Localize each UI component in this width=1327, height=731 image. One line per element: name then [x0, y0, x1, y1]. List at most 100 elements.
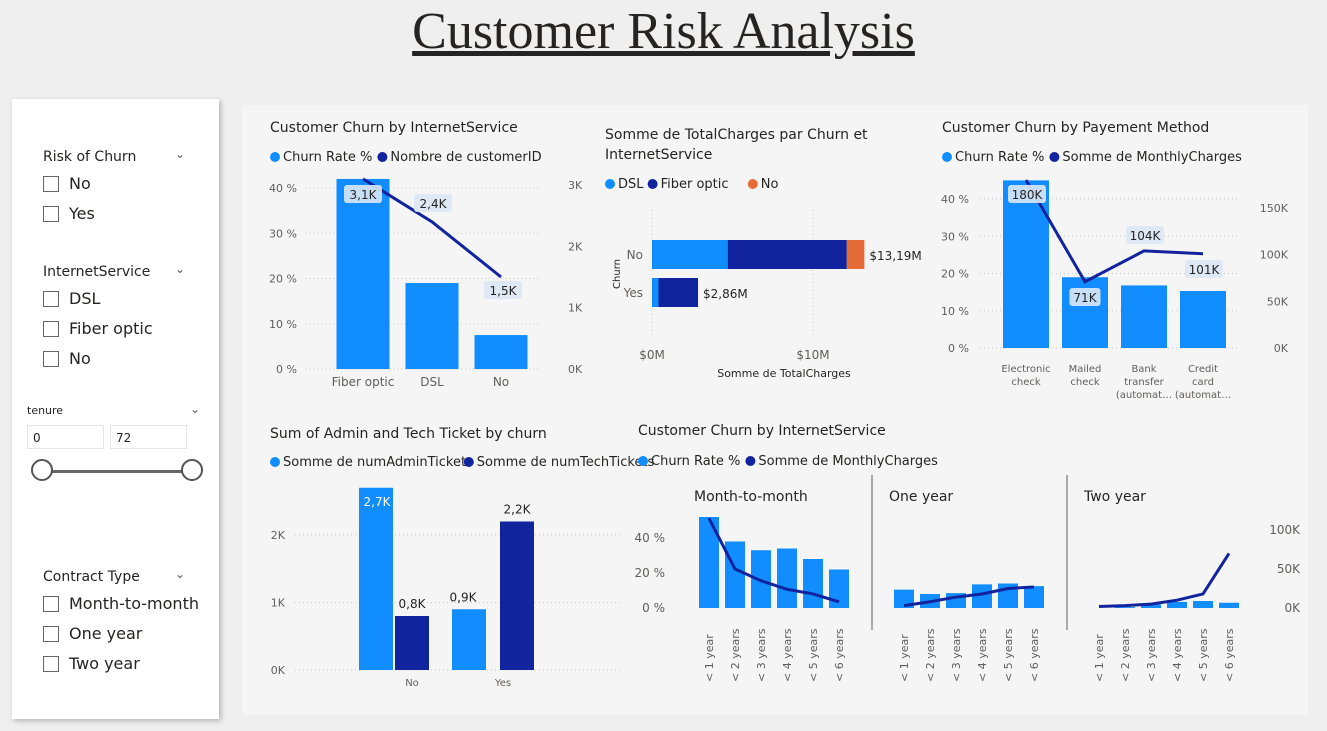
bar [452, 609, 486, 670]
legend-marker [270, 457, 280, 467]
legend-marker [270, 152, 280, 162]
bar [405, 283, 459, 369]
bar-segment [846, 240, 865, 269]
legend-label: DSL [618, 177, 644, 192]
data-label: 71K [1073, 291, 1097, 305]
chart-title: Sum of Admin and Tech Ticket by churn [270, 426, 547, 442]
x-tick-label: < 6 years [1223, 628, 1236, 682]
y2-tick-label: 0K [1274, 342, 1289, 355]
data-label: 180K [1012, 188, 1044, 202]
bar [359, 487, 393, 670]
x-tick-label: < 1 year [1093, 634, 1106, 682]
x-tick-label: Mailed [1069, 364, 1102, 375]
bar [500, 521, 534, 670]
x-tick-label: < 3 years [755, 628, 768, 682]
x-tick-label: < 3 years [1145, 628, 1158, 682]
y-tick-label: 20 % [269, 273, 297, 286]
total-label: $2,86M [703, 287, 748, 301]
x-tick-label: (automat… [1116, 390, 1172, 401]
y-tick-label: 0 % [276, 363, 297, 376]
legend-label: Nombre de customerID [390, 150, 541, 165]
x-tick-label: < 3 years [950, 628, 963, 682]
x-tick-label: $10M [796, 348, 829, 362]
legend-label: Somme de numTechTickets [477, 455, 655, 470]
y-axis-title: Churn [612, 259, 623, 289]
y-tick-label: 0 % [948, 342, 969, 355]
x-tick-label: check [1070, 377, 1099, 388]
data-label: 2,4K [420, 197, 448, 211]
chart-title: Somme de TotalCharges par Churn et [605, 127, 868, 143]
x-tick-label: check [1011, 377, 1040, 388]
y2-tick-label: 150K [1260, 202, 1289, 215]
x-tick-label: < 6 years [833, 628, 846, 682]
legend-marker [605, 179, 615, 189]
x-tick-label: No [493, 375, 509, 389]
legend-label: Fiber optic [661, 177, 729, 192]
charts-layer: Customer Churn by InternetService Churn R… [269, 120, 1301, 689]
bar [1180, 291, 1226, 348]
data-label: 2,7K [364, 495, 392, 509]
bar [474, 335, 528, 369]
total-label: $13,19M [869, 249, 921, 263]
y-tick-label: No [627, 248, 643, 262]
data-label: 0,9K [450, 590, 478, 604]
y-tick-label: 1K [271, 597, 286, 610]
x-tick-label: < 4 years [1171, 628, 1184, 682]
y2-tick-label: 1K [568, 302, 583, 315]
bar [1167, 601, 1187, 608]
bar-segment [658, 278, 699, 307]
y-tick-label: 30 % [269, 227, 297, 240]
bar [1121, 285, 1167, 348]
bar [829, 569, 849, 608]
y-tick-label: 0K [271, 664, 286, 677]
x-tick-label: No [405, 678, 419, 689]
bar-segment [727, 240, 847, 269]
x-tick-label: < 2 years [1119, 628, 1132, 682]
y-tick-label: 10 % [941, 305, 969, 318]
x-tick-label: < 5 years [1002, 628, 1015, 682]
bar [803, 559, 823, 608]
data-label: 2,2K [504, 503, 532, 517]
y-tick-label: 40 % [269, 182, 297, 195]
chart-title: Customer Churn by InternetService [270, 120, 518, 136]
panel-title: Two year [1083, 489, 1146, 505]
y-tick-label: 40 % [941, 193, 969, 206]
bar [777, 548, 797, 608]
data-label: 104K [1130, 229, 1162, 243]
x-tick-label: < 2 years [729, 628, 742, 682]
bar [1062, 277, 1108, 348]
data-label: 0,8K [399, 597, 427, 611]
series-line [1024, 179, 1204, 284]
x-tick-label: Fiber optic [332, 375, 395, 389]
x-tick-label: card [1192, 377, 1214, 388]
x-tick-label: Bank [1131, 364, 1156, 375]
x-tick-label: Electronic [1001, 364, 1050, 375]
legend-label: Churn Rate % [283, 150, 372, 165]
y2-tick-label: 0K [568, 363, 583, 376]
y2-tick-label: 2K [568, 240, 583, 253]
data-label: 1,5K [490, 284, 518, 298]
bar [1193, 601, 1213, 608]
legend-label: Somme de numAdminTickets [283, 455, 473, 470]
x-tick-label: Yes [494, 678, 511, 689]
data-label: 3,1K [350, 188, 378, 202]
bar [1219, 602, 1239, 608]
legend-marker [747, 179, 758, 189]
y-tick-label: Yes [623, 286, 643, 300]
series-line [1098, 552, 1231, 608]
x-tick-label: < 1 year [703, 634, 716, 682]
legend-label: Churn Rate % [651, 454, 740, 469]
y2-tick-label: 3K [568, 179, 583, 192]
panel-title: One year [889, 489, 953, 505]
x-tick-label: < 1 year [898, 634, 911, 682]
y-tick-label: 20 % [941, 268, 969, 281]
bar-segment [652, 278, 659, 307]
y2-tick-label: 50K [1267, 295, 1289, 308]
y-tick-label: 40 % [635, 531, 666, 545]
x-tick-label: < 4 years [781, 628, 794, 682]
y-tick-label: 30 % [941, 230, 969, 243]
legend-label: Churn Rate % [955, 150, 1044, 165]
x-tick-label: transfer [1124, 377, 1164, 388]
legend-label: No [761, 177, 779, 192]
x-tick-label: < 4 years [976, 628, 989, 682]
